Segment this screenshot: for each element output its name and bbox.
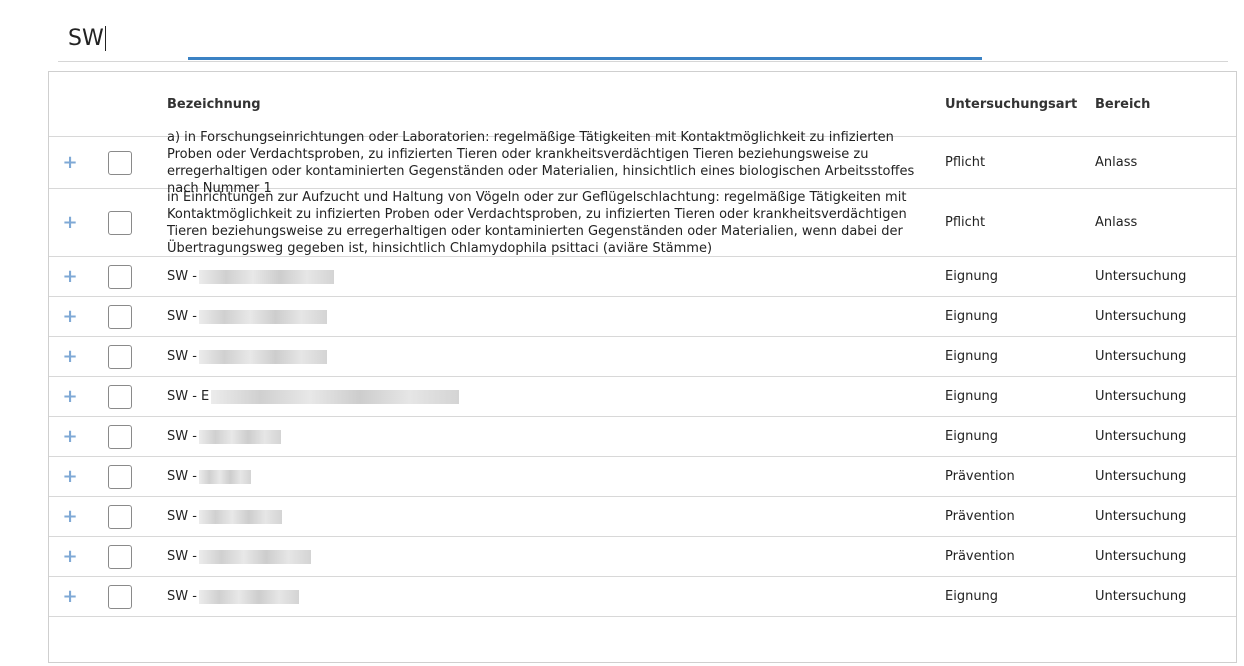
row-untersuchungsart: Pflicht — [945, 155, 986, 170]
row-checkbox[interactable] — [108, 264, 132, 289]
row-untersuchungsart: Pflicht — [945, 215, 986, 230]
table-row[interactable]: + SW - Eignung Untersuchung — [49, 577, 1236, 617]
row-bezeichnung: SW - — [167, 309, 197, 324]
header-expand — [59, 72, 81, 136]
row-bezeichnung: SW - — [167, 469, 197, 484]
redacted-text — [198, 309, 327, 324]
row-checkbox[interactable] — [108, 504, 132, 529]
redacted-text — [198, 269, 334, 284]
row-checkbox[interactable] — [108, 210, 132, 235]
table-row[interactable]: + SW - Prävention Untersuchung — [49, 457, 1236, 497]
row-untersuchungsart: Eignung — [945, 429, 999, 444]
row-bezeichnung: SW - — [167, 509, 197, 524]
redacted-text — [198, 589, 299, 604]
expand-plus-icon[interactable]: + — [62, 586, 77, 607]
row-checkbox[interactable] — [108, 304, 132, 329]
header-select — [108, 72, 134, 136]
row-untersuchungsart: Prävention — [945, 509, 1015, 524]
row-bereich: Untersuchung — [1095, 389, 1187, 404]
expand-plus-icon[interactable]: + — [62, 266, 77, 287]
redacted-text — [198, 509, 282, 524]
table-row[interactable]: + in Einrichtungen zur Aufzucht und Halt… — [49, 189, 1236, 257]
row-untersuchungsart: Eignung — [945, 589, 999, 604]
row-checkbox[interactable] — [108, 464, 132, 489]
row-bereich: Untersuchung — [1095, 269, 1187, 284]
header-bereich[interactable]: Bereich — [1095, 72, 1235, 136]
row-bezeichnung: SW - — [167, 269, 197, 284]
redacted-text — [198, 549, 311, 564]
row-bereich: Untersuchung — [1095, 469, 1187, 484]
results-table: Bezeichnung Untersuchungsart Bereich + a… — [48, 71, 1237, 663]
row-bezeichnung: a) in Forschungseinrichtungen oder Labor… — [167, 129, 915, 196]
table-row[interactable]: + SW - Eignung Untersuchung — [49, 297, 1236, 337]
expand-plus-icon[interactable]: + — [62, 466, 77, 487]
text-caret — [105, 26, 106, 51]
table-row[interactable]: + SW - E Eignung Untersuchung — [49, 377, 1236, 417]
expand-plus-icon[interactable]: + — [62, 306, 77, 327]
row-bezeichnung: SW - E — [167, 389, 210, 404]
row-untersuchungsart: Eignung — [945, 309, 999, 324]
row-bezeichnung: SW - — [167, 349, 197, 364]
search-focus-underline — [188, 57, 982, 60]
row-bezeichnung: SW - — [167, 589, 197, 604]
header-bezeichnung[interactable]: Bezeichnung — [167, 72, 927, 136]
row-bezeichnung: in Einrichtungen zur Aufzucht und Haltun… — [167, 189, 907, 256]
row-untersuchungsart: Eignung — [945, 349, 999, 364]
row-untersuchungsart: Prävention — [945, 469, 1015, 484]
row-bereich: Untersuchung — [1095, 349, 1187, 364]
row-bereich: Untersuchung — [1095, 509, 1187, 524]
redacted-text — [198, 349, 327, 364]
expand-plus-icon[interactable]: + — [62, 346, 77, 367]
row-untersuchungsart: Eignung — [945, 389, 999, 404]
row-untersuchungsart: Prävention — [945, 549, 1015, 564]
row-bereich: Untersuchung — [1095, 589, 1187, 604]
table-row[interactable]: + SW - Prävention Untersuchung — [49, 537, 1236, 577]
row-bereich: Anlass — [1095, 215, 1138, 230]
expand-plus-icon[interactable]: + — [62, 152, 77, 173]
row-bereich: Anlass — [1095, 155, 1138, 170]
table-empty-area — [49, 617, 1236, 662]
search-input[interactable] — [68, 22, 668, 54]
row-checkbox[interactable] — [108, 344, 132, 369]
row-bezeichnung: SW - — [167, 429, 197, 444]
search-bar — [58, 0, 1228, 62]
header-untersuchungsart[interactable]: Untersuchungsart — [945, 72, 1085, 136]
row-checkbox[interactable] — [108, 150, 132, 175]
redacted-text — [198, 469, 251, 484]
expand-plus-icon[interactable]: + — [62, 546, 77, 567]
table-row[interactable]: + SW - Eignung Untersuchung — [49, 417, 1236, 457]
row-bereich: Untersuchung — [1095, 309, 1187, 324]
table-row[interactable]: + a) in Forschungseinrichtungen oder Lab… — [49, 130, 1236, 196]
expand-plus-icon[interactable]: + — [62, 212, 77, 233]
row-bezeichnung: SW - — [167, 549, 197, 564]
redacted-text — [198, 429, 281, 444]
row-checkbox[interactable] — [108, 384, 132, 409]
row-bereich: Untersuchung — [1095, 549, 1187, 564]
row-checkbox[interactable] — [108, 584, 132, 609]
table-header-row: Bezeichnung Untersuchungsart Bereich — [49, 72, 1236, 137]
table-row[interactable]: + SW - Eignung Untersuchung — [49, 257, 1236, 297]
expand-plus-icon[interactable]: + — [62, 386, 77, 407]
table-row[interactable]: + SW - Eignung Untersuchung — [49, 337, 1236, 377]
expand-plus-icon[interactable]: + — [62, 426, 77, 447]
table-row[interactable]: + SW - Prävention Untersuchung — [49, 497, 1236, 537]
expand-plus-icon[interactable]: + — [62, 506, 77, 527]
row-untersuchungsart: Eignung — [945, 269, 999, 284]
row-checkbox[interactable] — [108, 424, 132, 449]
row-checkbox[interactable] — [108, 544, 132, 569]
row-bereich: Untersuchung — [1095, 429, 1187, 444]
redacted-text — [211, 389, 460, 404]
